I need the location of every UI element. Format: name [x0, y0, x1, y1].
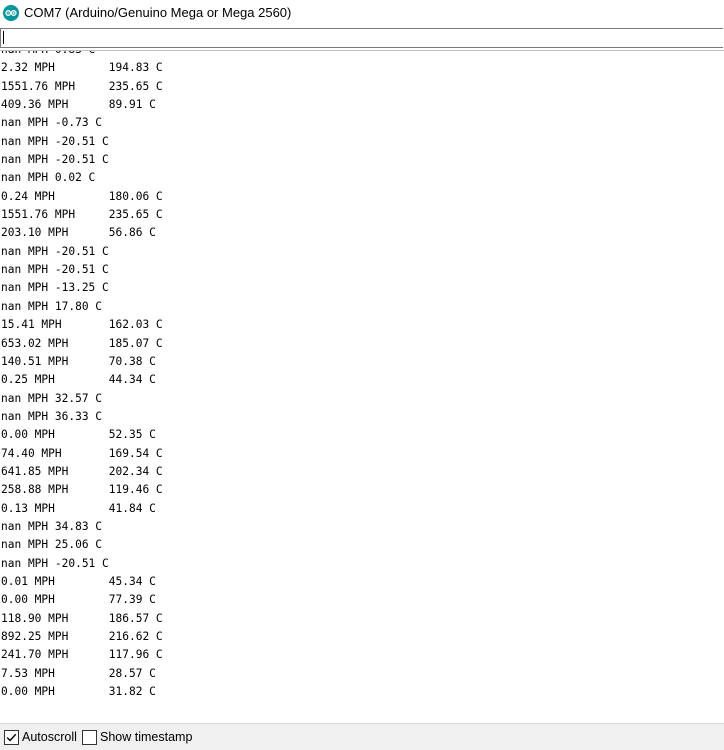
serial-line: nan MPH -0.73 C: [1, 116, 103, 130]
serial-line: nan MPH 32.57 C: [1, 391, 103, 405]
serial-line: 140.51 MPH 70.38 C: [1, 354, 156, 368]
serial-line: 118.90 MPH 186.57 C: [1, 611, 163, 625]
serial-line: 0.01 MPH 45.34 C: [1, 574, 156, 588]
title-bar: COM7 (Arduino/Genuino Mega or Mega 2560): [0, 0, 724, 28]
show-timestamp-label: Show timestamp: [100, 730, 193, 744]
footer-bar: Autoscroll Show timestamp: [0, 723, 724, 750]
serial-line: nan MPH 34.83 C: [1, 519, 103, 533]
serial-line: 0.24 MPH 180.06 C: [1, 189, 163, 203]
serial-line: nan MPH 0.83 C: [1, 51, 163, 59]
serial-line: nan MPH 17.80 C: [1, 299, 103, 313]
serial-line: 258.88 MPH 119.46 C: [1, 483, 163, 497]
serial-line: nan MPH 25.06 C: [1, 538, 103, 552]
serial-line: 74.40 MPH 169.54 C: [1, 446, 163, 460]
send-input-row: [0, 28, 724, 48]
serial-output-lines: nan MPH 0.83 C 2.32 MPH 194.83 C 1551.76 M…: [1, 51, 163, 701]
serial-line: nan MPH -20.51 C: [1, 244, 109, 258]
serial-line: 0.00 MPH 31.82 C: [1, 685, 156, 699]
serial-line: 1551.76 MPH 235.65 C: [1, 79, 163, 93]
serial-line: nan MPH -13.25 C: [1, 281, 109, 295]
serial-line: nan MPH -20.51 C: [1, 556, 109, 570]
window-title: COM7 (Arduino/Genuino Mega or Mega 2560): [24, 5, 292, 20]
text-caret: [3, 31, 4, 44]
serial-line: nan MPH -20.51 C: [1, 153, 109, 167]
serial-line: 409.36 MPH 89.91 C: [1, 98, 156, 112]
serial-line: nan MPH 36.33 C: [1, 409, 103, 423]
serial-line: 241.70 MPH 117.96 C: [1, 648, 163, 662]
serial-line: 0.00 MPH 52.35 C: [1, 428, 156, 442]
serial-line: 15.41 MPH 162.03 C: [1, 318, 163, 332]
show-timestamp-checkbox[interactable]: [82, 730, 97, 745]
serial-line: 1551.76 MPH 235.65 C: [1, 208, 163, 222]
arduino-icon: [3, 5, 19, 21]
serial-line: 0.13 MPH 41.84 C: [1, 501, 156, 515]
serial-line: nan MPH -20.51 C: [1, 134, 109, 148]
serial-line: 0.00 MPH 77.39 C: [1, 593, 156, 607]
send-input[interactable]: [0, 28, 723, 48]
show-timestamp-option[interactable]: Show timestamp: [82, 729, 192, 746]
serial-line: 0.25 MPH 44.34 C: [1, 373, 156, 387]
serial-line: 641.85 MPH 202.34 C: [1, 464, 163, 478]
serial-line: 653.02 MPH 185.07 C: [1, 336, 163, 350]
autoscroll-label: Autoscroll: [22, 730, 77, 744]
serial-line: nan MPH -20.51 C: [1, 263, 109, 277]
serial-output[interactable]: nan MPH 0.83 C 2.32 MPH 194.83 C 1551.76 M…: [0, 51, 724, 722]
serial-line: 7.53 MPH 28.57 C: [1, 666, 156, 680]
autoscroll-option[interactable]: Autoscroll: [4, 729, 77, 746]
serial-line: nan MPH 0.02 C: [1, 171, 96, 185]
serial-line: 892.25 MPH 216.62 C: [1, 630, 163, 643]
serial-line: 203.10 MPH 56.86 C: [1, 226, 156, 240]
autoscroll-checkbox[interactable]: [4, 730, 19, 745]
checkmark-icon: [6, 733, 17, 742]
serial-line: 2.32 MPH 194.83 C: [1, 61, 163, 75]
